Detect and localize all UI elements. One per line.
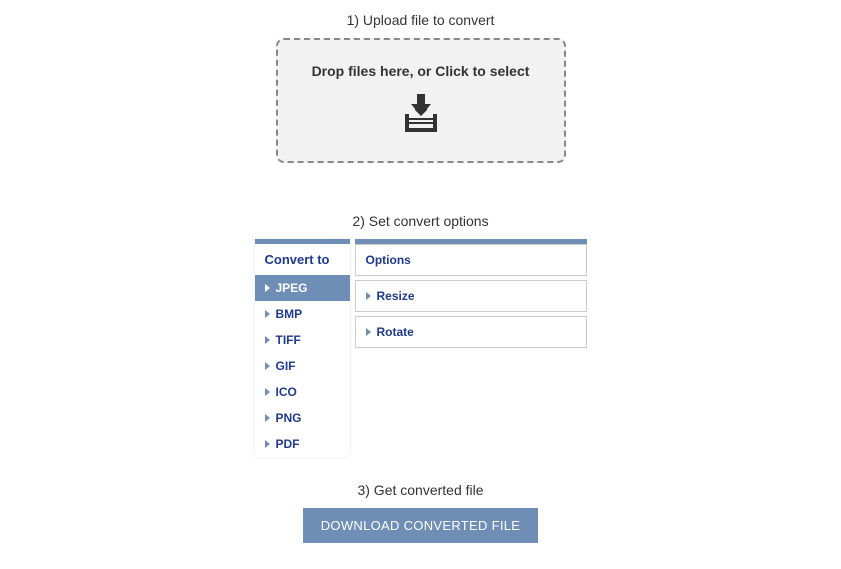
format-item-pdf[interactable]: PDF (255, 431, 350, 457)
format-item-tiff[interactable]: TIFF (255, 327, 350, 353)
format-label: PDF (276, 437, 300, 451)
option-label: Rotate (377, 325, 414, 339)
download-button[interactable]: DOWNLOAD CONVERTED FILE (303, 508, 539, 543)
format-item-ico[interactable]: ICO (255, 379, 350, 405)
triangle-right-icon (366, 328, 371, 336)
triangle-right-icon (265, 414, 270, 422)
option-rotate[interactable]: Rotate (355, 316, 587, 348)
format-label: ICO (276, 385, 297, 399)
format-item-bmp[interactable]: BMP (255, 301, 350, 327)
options-title: Options (366, 253, 411, 267)
format-label: JPEG (276, 281, 308, 295)
formats-panel: Convert to JPEG BMP TIFF GIF ICO (255, 239, 350, 457)
triangle-right-icon (265, 284, 270, 292)
triangle-right-icon (366, 292, 371, 300)
step1-title: 1) Upload file to convert (347, 12, 495, 28)
format-label: PNG (276, 411, 302, 425)
option-resize[interactable]: Resize (355, 280, 587, 312)
formats-title: Convert to (255, 244, 350, 275)
step3-title: 3) Get converted file (357, 482, 483, 498)
options-panel: Options Resize Rotate (355, 239, 587, 457)
options-area: Convert to JPEG BMP TIFF GIF ICO (255, 239, 587, 457)
file-dropzone[interactable]: Drop files here, or Click to select (276, 38, 566, 163)
triangle-right-icon (265, 310, 270, 318)
option-label: Resize (377, 289, 415, 303)
step2-title: 2) Set convert options (352, 213, 488, 229)
triangle-right-icon (265, 440, 270, 448)
triangle-right-icon (265, 388, 270, 396)
format-item-png[interactable]: PNG (255, 405, 350, 431)
dropzone-text: Drop files here, or Click to select (312, 63, 530, 79)
triangle-right-icon (265, 336, 270, 344)
options-title-row: Options (355, 244, 587, 276)
download-tray-icon (397, 94, 445, 139)
format-item-jpeg[interactable]: JPEG (255, 275, 350, 301)
format-label: GIF (276, 359, 296, 373)
format-label: BMP (276, 307, 303, 321)
format-item-gif[interactable]: GIF (255, 353, 350, 379)
triangle-right-icon (265, 362, 270, 370)
format-label: TIFF (276, 333, 301, 347)
